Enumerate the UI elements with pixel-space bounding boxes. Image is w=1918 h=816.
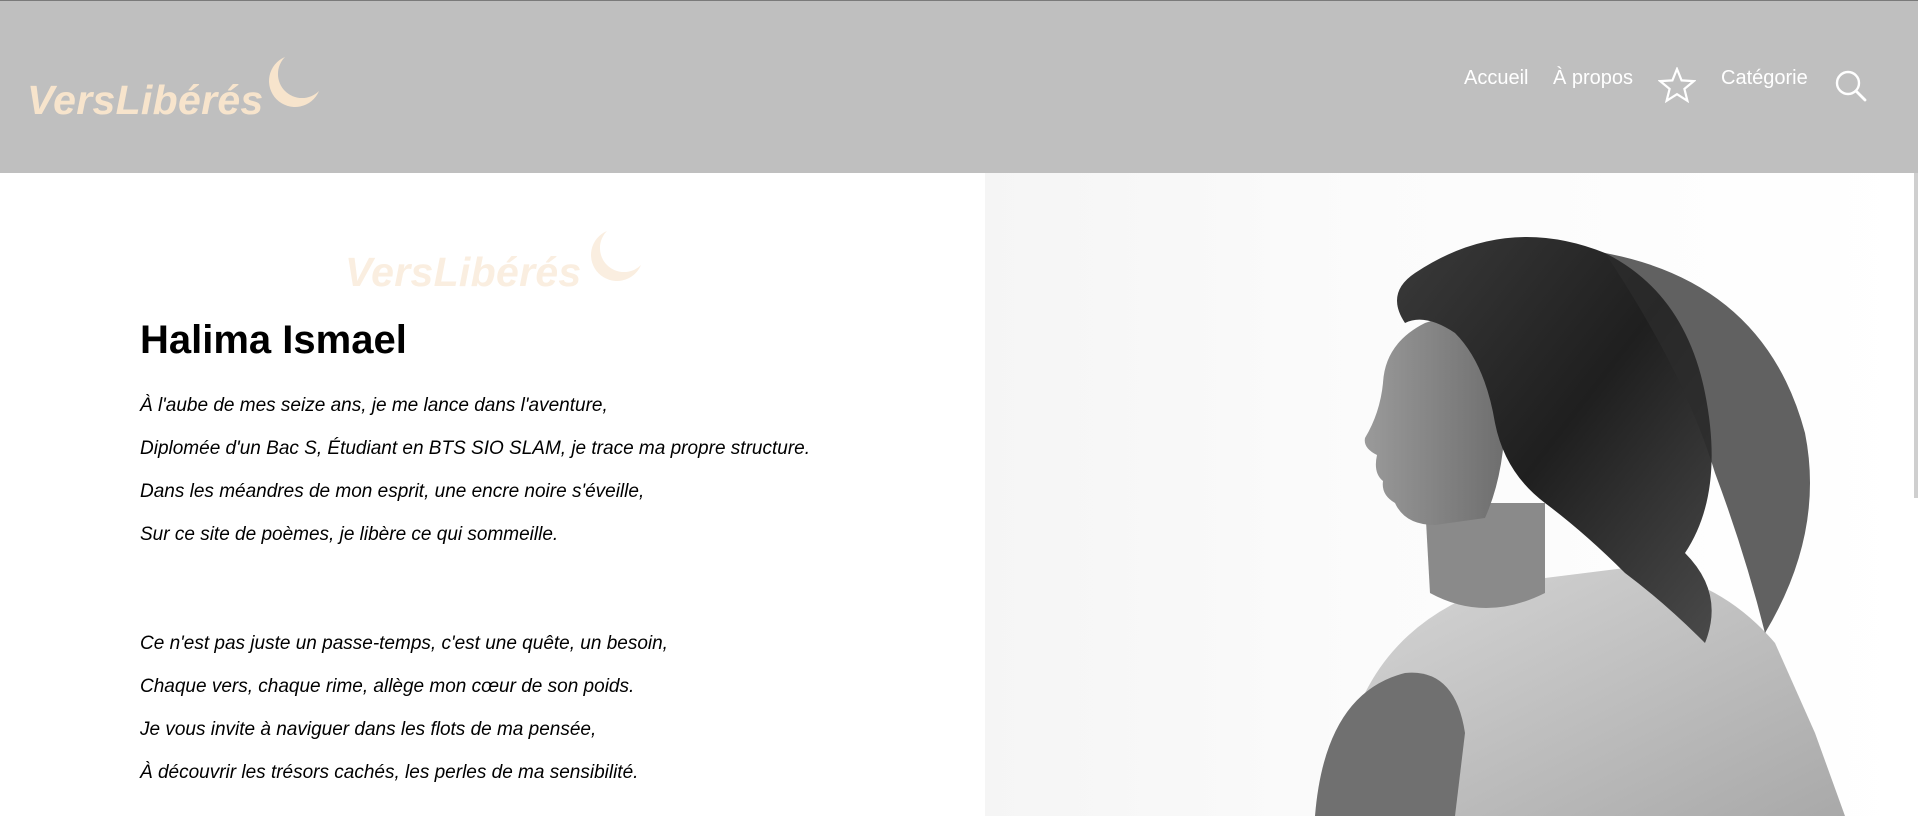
- page: VersLibérés Accueil À propos Catégorie V…: [0, 0, 1918, 816]
- moon-icon: [269, 57, 319, 107]
- star-icon[interactable]: [1658, 67, 1696, 103]
- poem-line: Ce n'est pas juste un passe-temps, c'est…: [140, 633, 668, 654]
- poem-line: À découvrir les trésors cachés, les perl…: [140, 762, 639, 783]
- nav-home-link[interactable]: Accueil: [1464, 67, 1528, 90]
- author-name: Halima Ismael: [140, 318, 407, 362]
- moon-icon: [591, 231, 641, 281]
- poem-line: À l'aube de mes seize ans, je me lance d…: [140, 395, 608, 416]
- site-header: VersLibérés Accueil À propos Catégorie: [0, 0, 1918, 173]
- logo-text: VersLibérés: [27, 77, 264, 123]
- poem-line: Sur ce site de poèmes, je libère ce qui …: [140, 524, 559, 545]
- search-icon[interactable]: [1834, 69, 1868, 103]
- content-logo-text: VersLibérés: [345, 249, 582, 295]
- scrollbar[interactable]: [1914, 173, 1918, 498]
- poem-line: Dans les méandres de mon esprit, une enc…: [140, 481, 645, 502]
- nav-category-link[interactable]: Catégorie: [1721, 67, 1808, 90]
- poem-line: Chaque vers, chaque rime, allège mon cœu…: [140, 676, 635, 697]
- poem-line: Diplomée d'un Bac S, Étudiant en BTS SIO…: [140, 438, 810, 459]
- nav-about-link[interactable]: À propos: [1553, 67, 1633, 90]
- portrait-illustration: [1315, 237, 1845, 816]
- poem-line: Je vous invite à naviguer dans les flots…: [140, 719, 597, 740]
- author-photo: [985, 173, 1918, 816]
